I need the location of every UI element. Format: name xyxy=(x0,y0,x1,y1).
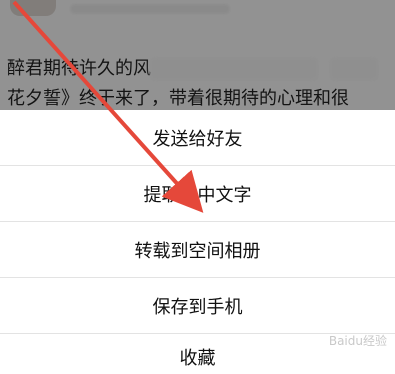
action-label: 收藏 xyxy=(179,348,216,369)
action-label: 提取图中文字 xyxy=(143,184,252,206)
action-sheet: 发送给好友 提取图中文字 转载到空间相册 保存到手机 收藏 Baidu经验 xyxy=(0,110,395,369)
save-to-phone-button[interactable]: 保存到手机 xyxy=(0,278,395,334)
extract-text-button[interactable]: 提取图中文字 xyxy=(0,166,395,222)
repost-to-album-button[interactable]: 转载到空间相册 xyxy=(0,222,395,278)
send-to-friend-button[interactable]: 发送给好友 xyxy=(0,110,395,166)
action-label: 保存到手机 xyxy=(152,296,243,318)
watermark: Baidu经验 xyxy=(328,334,387,348)
modal-overlay[interactable] xyxy=(0,0,395,110)
action-label: 转载到空间相册 xyxy=(134,240,261,262)
action-label: 发送给好友 xyxy=(152,128,243,150)
